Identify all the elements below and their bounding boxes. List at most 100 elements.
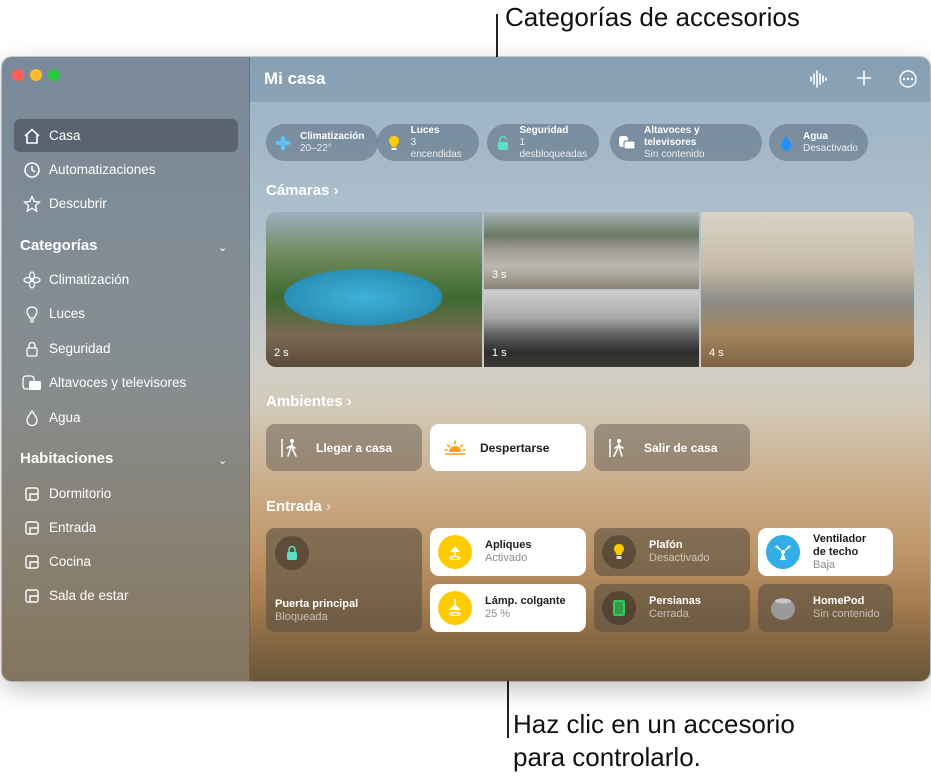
scene-label: Llegar a casa (316, 440, 393, 455)
sidebar-item-cocina[interactable]: Cocina (14, 545, 238, 578)
scene-llegar-a-casa[interactable]: Llegar a casa (266, 424, 422, 471)
scene-label: Salir de casa (644, 440, 718, 455)
fan-icon (22, 270, 42, 290)
room-heading[interactable]: Entrada › (266, 498, 331, 515)
accessory-plafon[interactable]: Plafón Desactivado (594, 528, 750, 576)
sidebar-item-seguridad[interactable]: Seguridad (14, 332, 238, 365)
accessory-name: Lámp. colgante (485, 595, 566, 607)
chevron-down-icon[interactable]: ⌄ (218, 241, 227, 254)
sidebar-item-label: Altavoces y televisores (49, 375, 187, 390)
camera-feed-garage[interactable]: 1 s (484, 291, 699, 367)
pill-status: Desactivado (802, 142, 858, 154)
scene-salir-de-casa[interactable]: Salir de casa (594, 424, 750, 471)
accessory-name: Apliques (485, 539, 532, 551)
sidebar-item-label: Casa (49, 128, 81, 143)
ellipsis-circle-icon (899, 70, 917, 88)
drop-icon (22, 408, 42, 428)
sidebar-item-entrada[interactable]: Entrada (14, 511, 238, 544)
accessory-puerta-principal[interactable]: Puerta principal Bloqueada (266, 528, 422, 632)
room-icon (22, 552, 42, 572)
pill-title: Seguridad (519, 124, 569, 136)
pill-title: Climatización (300, 130, 365, 142)
pill-status: Sin contenido (644, 148, 705, 160)
drop-icon (777, 134, 795, 152)
leave-home-icon (609, 438, 624, 457)
minimize-window-button[interactable] (30, 69, 42, 81)
sidebar-item-label: Climatización (49, 272, 130, 287)
pendant-lamp-icon (438, 591, 472, 625)
scenes-heading[interactable]: Ambientes › (266, 393, 352, 410)
accessory-homepod[interactable]: HomePod Sin contenido (758, 584, 893, 632)
camera-timestamp: 3 s (492, 269, 507, 281)
cameras-heading[interactable]: Cámaras › (266, 182, 339, 199)
category-pill-luces[interactable]: Luces 3 encendidas (377, 124, 479, 161)
category-pill-altavoces[interactable]: Altavoces y televisores Sin contenido (610, 124, 762, 161)
lock-icon (22, 339, 42, 359)
sidebar-item-casa[interactable]: Casa (14, 119, 238, 152)
pill-status: 1 desbloqueadas (519, 136, 588, 160)
sidebar-item-label: Agua (49, 410, 81, 425)
house-icon (22, 126, 42, 146)
lock-icon (275, 536, 309, 570)
room-icon (22, 484, 42, 504)
sidebar: Casa Automatizaciones Descubrir Categorí… (2, 57, 250, 681)
close-window-button[interactable] (12, 69, 24, 81)
waveform-icon (810, 70, 827, 88)
arrive-home-icon (281, 438, 297, 457)
sidebar-item-label: Sala de estar (49, 588, 129, 603)
zoom-window-button[interactable] (48, 69, 60, 81)
bulb-icon (22, 304, 42, 324)
accessory-status: Bloqueada (275, 611, 328, 623)
accessory-name: Ventilador (813, 532, 867, 545)
camera-grid: 2 s 3 s 1 s 4 s (266, 212, 914, 367)
home-app-window: Casa Automatizaciones Descubrir Categorí… (2, 57, 930, 681)
sidebar-item-label: Descubrir (49, 196, 107, 211)
fan-icon (274, 134, 292, 152)
scene-despertarse[interactable]: Despertarse (430, 424, 586, 471)
chevron-right-icon: › (346, 393, 352, 410)
sidebar-item-dormitorio[interactable]: Dormitorio (14, 477, 238, 510)
callout-categories: Categorías de accesorios (505, 2, 800, 32)
chevron-down-icon[interactable]: ⌄ (218, 454, 227, 467)
category-pill-agua[interactable]: Agua Desactivado (769, 124, 868, 161)
pill-title: Agua (802, 130, 828, 142)
sidebar-item-descubrir[interactable]: Descubrir (14, 187, 238, 220)
accessory-name: Persianas (649, 595, 701, 607)
sidebar-item-agua[interactable]: Agua (14, 401, 238, 434)
camera-feed-street[interactable]: 3 s (484, 212, 699, 289)
tv-icon (22, 373, 42, 393)
sidebar-item-automatizaciones[interactable]: Automatizaciones (14, 153, 238, 186)
add-button[interactable] (852, 69, 876, 93)
pill-status: 20–22° (300, 142, 332, 154)
sidebar-item-label: Cocina (49, 554, 92, 569)
accessory-name: Plafón (649, 539, 683, 551)
bulb-icon (385, 134, 403, 152)
intercom-button[interactable] (806, 69, 830, 95)
category-pill-seguridad[interactable]: Seguridad 1 desbloqueadas (487, 124, 599, 161)
category-pill-climatizacion[interactable]: Climatización 20–22° (266, 124, 378, 161)
tv-icon (618, 134, 636, 152)
plus-icon (857, 71, 871, 85)
room-icon (22, 518, 42, 538)
sidebar-item-climatizacion[interactable]: Climatización (14, 263, 238, 296)
bulb-icon (602, 535, 636, 569)
callout-accessory-line2: para controlarlo. (513, 742, 701, 772)
chevron-right-icon: › (326, 498, 332, 515)
sidebar-item-label: Entrada (49, 520, 97, 535)
accessory-name: Puerta principal (275, 598, 359, 610)
camera-feed-pool[interactable]: 2 s (266, 212, 482, 367)
room-icon (22, 586, 42, 606)
accessory-persianas[interactable]: Persianas Cerrada (594, 584, 750, 632)
camera-timestamp: 4 s (709, 347, 724, 359)
sidebar-item-sala-de-estar[interactable]: Sala de estar (14, 579, 238, 612)
accessory-ventilador-de-techo[interactable]: Ventilador de techo Baja (758, 528, 893, 576)
sidebar-item-altavoces[interactable]: Altavoces y televisores (14, 366, 238, 399)
accessory-lamp-colgante[interactable]: Lámp. colgante 25 % (430, 584, 586, 632)
more-button[interactable] (896, 69, 920, 95)
accessory-name-line2: de techo (813, 545, 859, 558)
ceiling-fan-icon (766, 535, 800, 569)
chevron-right-icon: › (333, 182, 339, 199)
camera-feed-living-room[interactable]: 4 s (701, 212, 914, 367)
sidebar-item-luces[interactable]: Luces (14, 297, 238, 330)
accessory-apliques[interactable]: Apliques Activado (430, 528, 586, 576)
